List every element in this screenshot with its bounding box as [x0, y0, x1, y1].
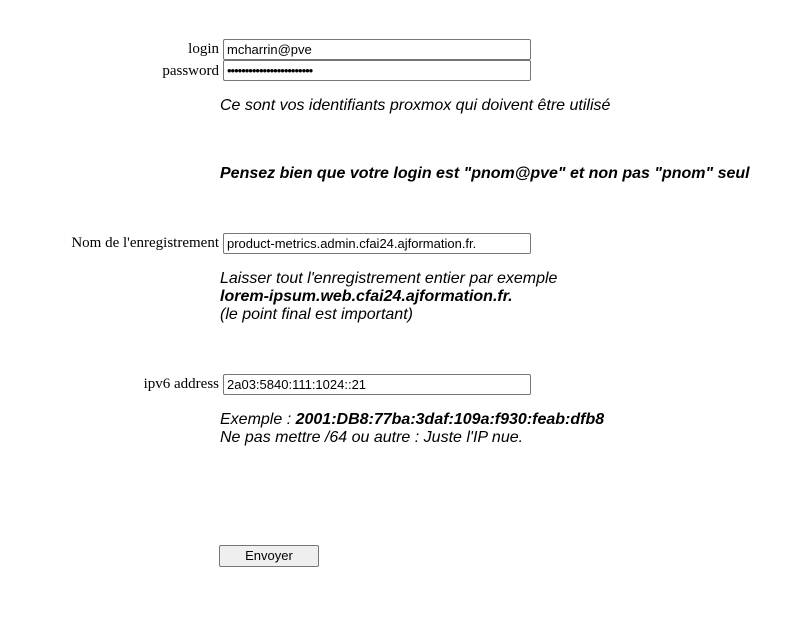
record-name-label: Nom de l'enregistrement	[71, 235, 219, 251]
ipv6-label: ipv6 address	[143, 376, 219, 392]
ipv6-input[interactable]: 2a03:5840:111:1024::21	[223, 374, 531, 395]
record-name-input[interactable]: product-metrics.admin.cfai24.ajformation…	[223, 233, 531, 254]
password-label: password	[162, 63, 219, 79]
record-help-note: (le point final est important)	[220, 306, 413, 323]
ipv6-help-text: Ne pas mettre /64 ou autre : Juste l'IP …	[220, 429, 524, 446]
login-format-warning: Pensez bien que votre login est "pnom@pv…	[220, 165, 750, 182]
password-input[interactable]: ••••••••••••••••••••••••	[223, 60, 531, 81]
ipv6-example: Exemple : 2001:DB8:77ba:3daf:109a:f930:f…	[220, 411, 604, 429]
submit-button[interactable]: Envoyer	[219, 545, 319, 567]
login-label: login	[188, 41, 219, 57]
identifiers-note: Ce sont vos identifiants proxmox qui doi…	[220, 97, 611, 114]
record-help-example: lorem-ipsum.web.cfai24.ajformation.fr.	[220, 288, 513, 305]
ipv6-example-prefix: Exemple :	[220, 411, 296, 428]
login-input[interactable]: mcharrin@pve	[223, 39, 531, 60]
record-help-text: Laisser tout l'enregistrement entier par…	[220, 270, 558, 287]
ipv6-example-value: 2001:DB8:77ba:3daf:109a:f930:feab:dfb8	[295, 411, 605, 428]
